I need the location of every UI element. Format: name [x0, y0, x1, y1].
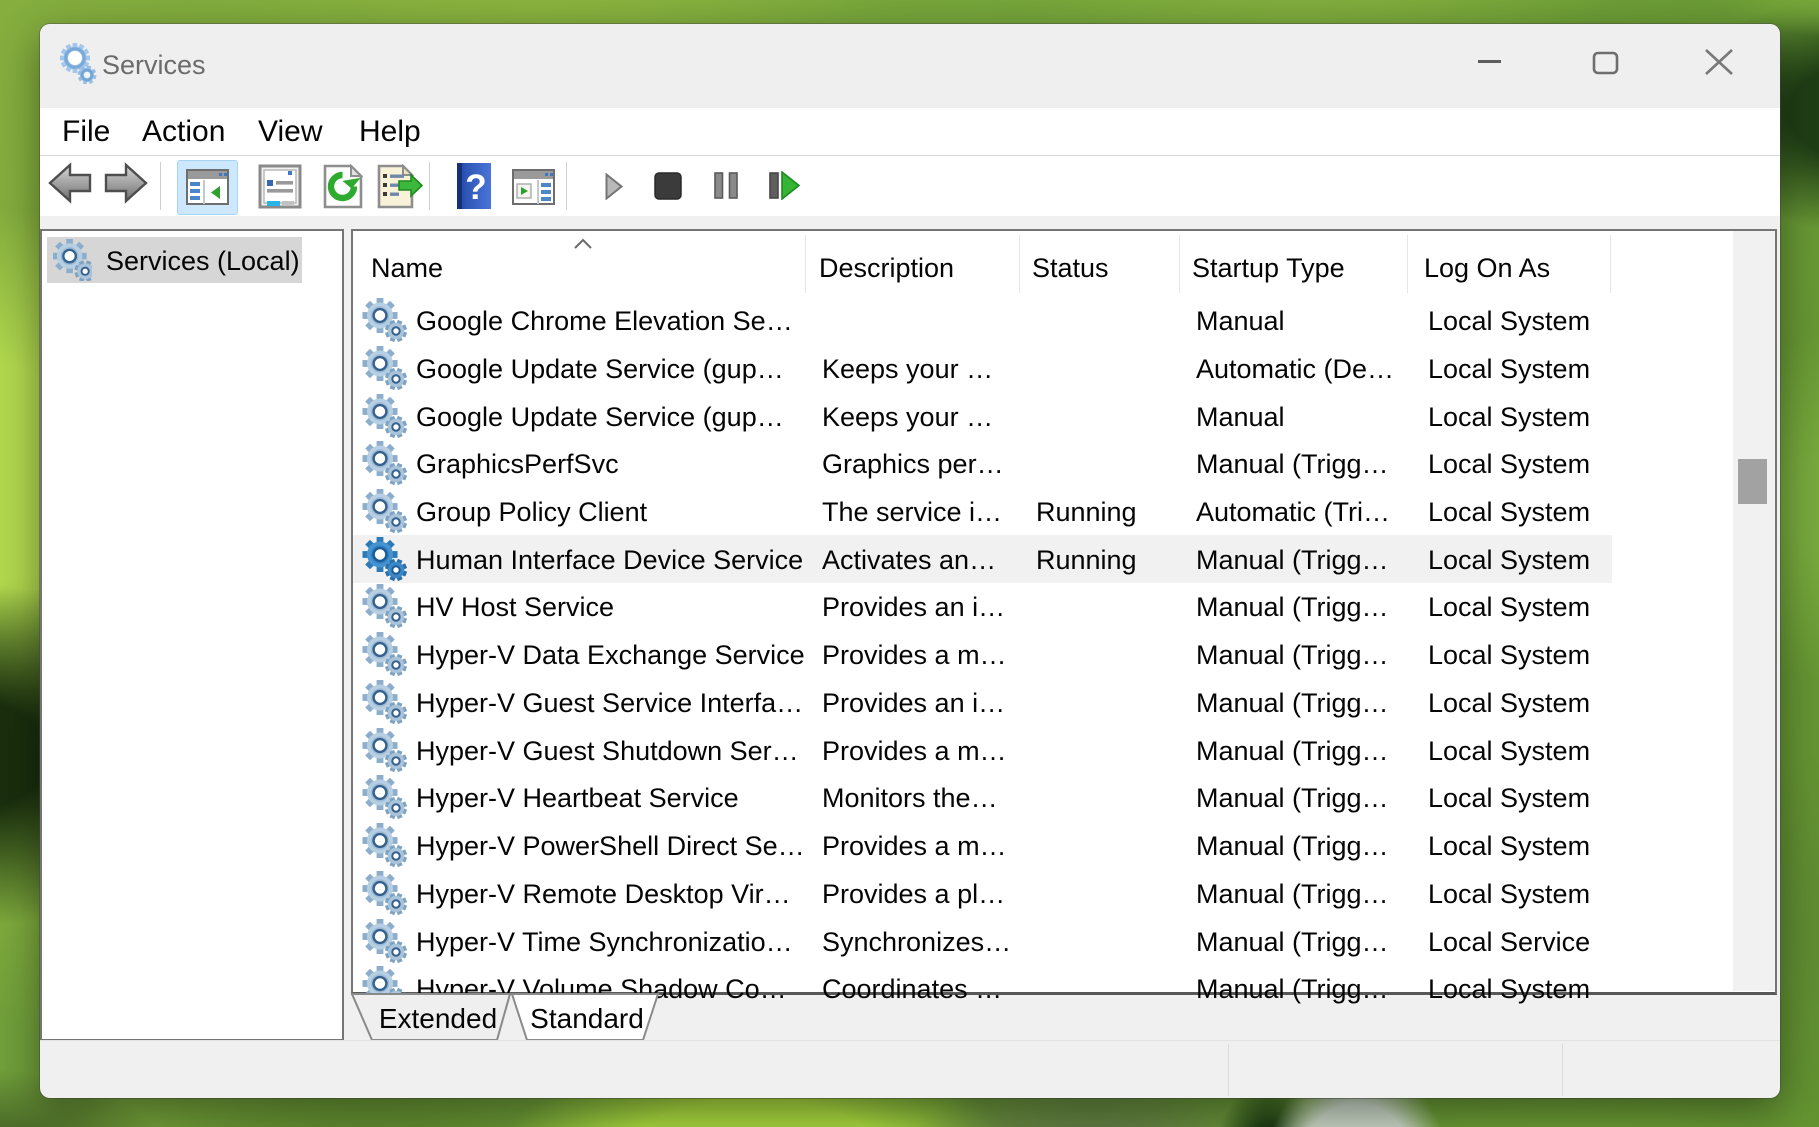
svg-text:Standard: Standard — [530, 1003, 644, 1034]
svg-text:Extended: Extended — [379, 1003, 497, 1034]
svg-text:?: ? — [465, 168, 486, 207]
